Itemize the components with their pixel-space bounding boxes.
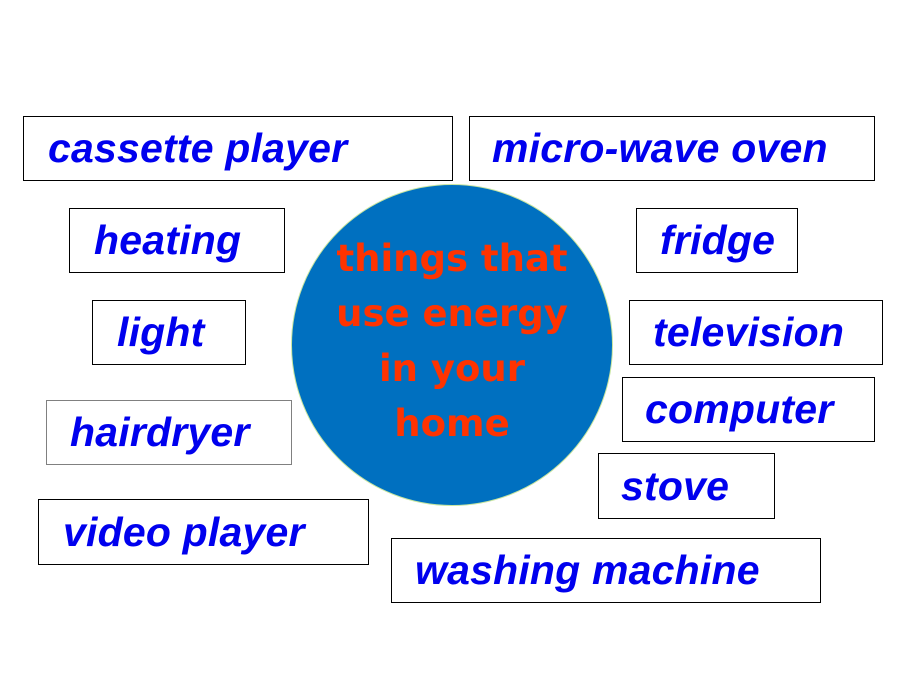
center-line: in your: [378, 347, 526, 390]
center-line: home: [394, 402, 510, 445]
center-line: use energy: [336, 292, 568, 335]
item-box-washing-machine[interactable]: washing machine: [391, 538, 821, 603]
item-label: washing machine: [415, 547, 760, 593]
item-box-micro-wave-oven[interactable]: micro-wave oven: [469, 116, 875, 181]
item-label: light: [117, 309, 205, 355]
item-label: computer: [645, 386, 834, 432]
item-label: stove: [621, 462, 730, 509]
item-label: cassette player: [48, 125, 348, 171]
item-box-fridge[interactable]: fridge: [636, 208, 798, 273]
item-label: video player: [63, 508, 305, 555]
item-label: micro-wave oven: [492, 125, 828, 171]
center-line: things that: [336, 237, 568, 280]
item-box-stove[interactable]: stove: [598, 453, 775, 519]
item-box-television[interactable]: television: [629, 300, 883, 365]
item-box-hairdryer[interactable]: hairdryer: [46, 400, 292, 465]
item-label: television: [653, 309, 845, 355]
item-box-computer[interactable]: computer: [622, 377, 875, 442]
center-topic-circle: things that use energy in your home: [291, 184, 613, 506]
item-box-heating[interactable]: heating: [69, 208, 285, 273]
item-label: heating: [94, 217, 242, 263]
center-topic-text: things that use energy in your home: [322, 231, 582, 451]
item-box-cassette-player[interactable]: cassette player: [23, 116, 453, 181]
item-label: fridge: [660, 217, 776, 263]
item-box-light[interactable]: light: [92, 300, 246, 365]
item-box-video-player[interactable]: video player: [38, 499, 369, 565]
item-label: hairdryer: [70, 409, 250, 455]
